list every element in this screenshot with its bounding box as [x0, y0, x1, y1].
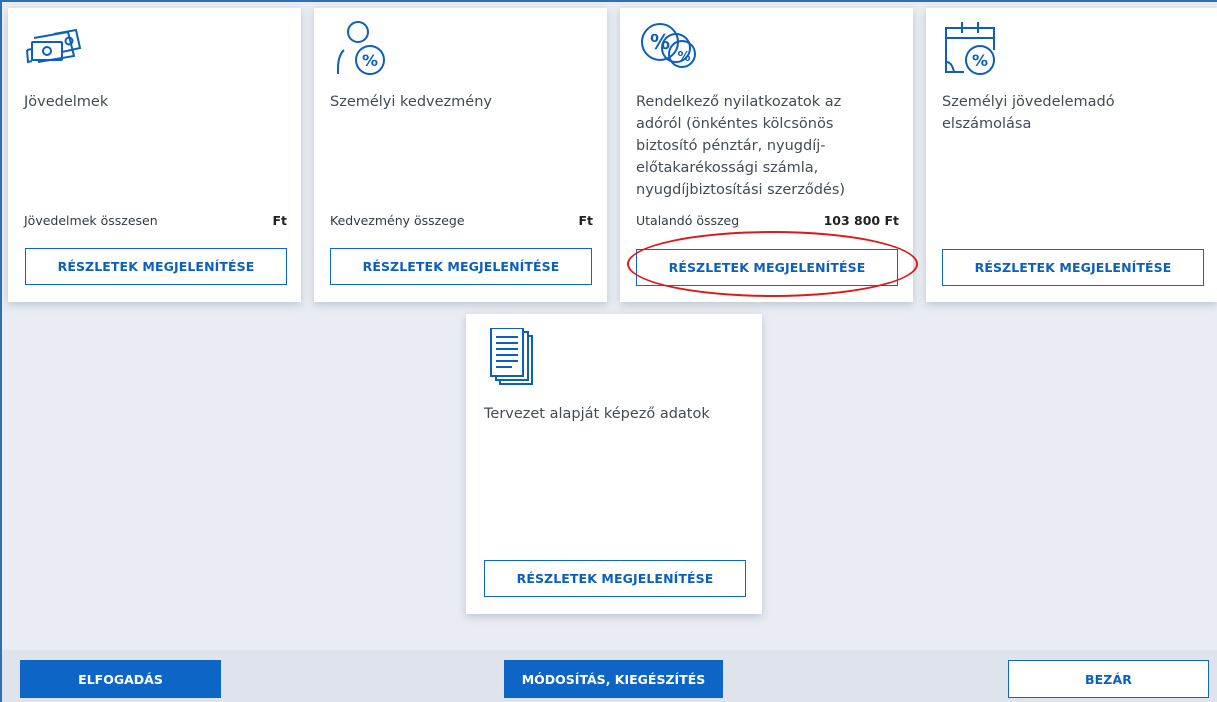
card-draft-data: Tervezet alapját képező adatok RÉSZLETEK…: [466, 314, 762, 614]
card-title: Tervezet alapját képező adatok: [484, 406, 710, 422]
card-personal-allowance: % Személyi kedvezmény Kedvezmény összege…: [314, 8, 607, 302]
person-percent-icon: %: [330, 20, 390, 75]
amount-value: 103 800 Ft: [823, 213, 899, 228]
card-title-line: elszámolása: [942, 116, 1032, 132]
calendar-percent-icon: %: [942, 20, 1002, 75]
amount-label: Jövedelmek összesen: [24, 213, 158, 228]
amount-label: Utalandó összeg: [636, 213, 740, 228]
card-title-line: nyugdíjbiztosítási szerződés): [636, 182, 846, 198]
amount-value: Ft: [272, 213, 287, 228]
card-title: Rendelkező nyilatkozatok az adóról (önké…: [636, 91, 899, 201]
money-icon: [24, 20, 84, 72]
card-income: Jövedelmek Jövedelmek összesen Ft RÉSZLE…: [8, 8, 301, 302]
svg-text:%: %: [650, 30, 670, 54]
details-button[interactable]: RÉSZLETEK MEGJELENÍTÉSE: [484, 560, 746, 597]
card-title-line: előtakarékossági számla,: [636, 160, 819, 176]
card-title: Személyi kedvezmény: [330, 94, 492, 110]
card-title: Személyi jövedelemadó elszámolása: [942, 91, 1203, 135]
details-button[interactable]: RÉSZLETEK MEGJELENÍTÉSE: [942, 249, 1204, 286]
card-title-line: adóról (önkéntes kölcsönös: [636, 116, 834, 132]
card-tax-declarations: % % Rendelkező nyilatkozatok az adóról (…: [620, 8, 913, 302]
amount-label: Kedvezmény összege: [330, 213, 465, 228]
documents-icon: [488, 328, 548, 385]
details-button[interactable]: RÉSZLETEK MEGJELENÍTÉSE: [330, 248, 592, 285]
percent-coins-icon: % %: [636, 20, 696, 72]
details-button[interactable]: RÉSZLETEK MEGJELENÍTÉSE: [636, 249, 898, 286]
accept-button[interactable]: ELFOGADÁS: [20, 660, 221, 698]
card-title-line: Személyi jövedelemadó: [942, 94, 1115, 110]
card-income-tax-settlement: % Személyi jövedelemadó elszámolása RÉSZ…: [926, 8, 1217, 302]
amount-value: Ft: [578, 213, 593, 228]
svg-text:%: %: [362, 51, 378, 70]
card-title: Jövedelmek: [24, 94, 109, 110]
svg-text:%: %: [677, 50, 690, 65]
details-button[interactable]: RÉSZLETEK MEGJELENÍTÉSE: [25, 248, 287, 285]
card-title-line: Rendelkező nyilatkozatok az: [636, 94, 842, 110]
close-button[interactable]: BEZÁR: [1008, 660, 1209, 698]
card-title-line: biztosító pénztár, nyugdíj-: [636, 138, 826, 154]
svg-text:%: %: [972, 51, 988, 70]
modify-button[interactable]: MÓDOSÍTÁS, KIEGÉSZÍTÉS: [504, 660, 723, 698]
